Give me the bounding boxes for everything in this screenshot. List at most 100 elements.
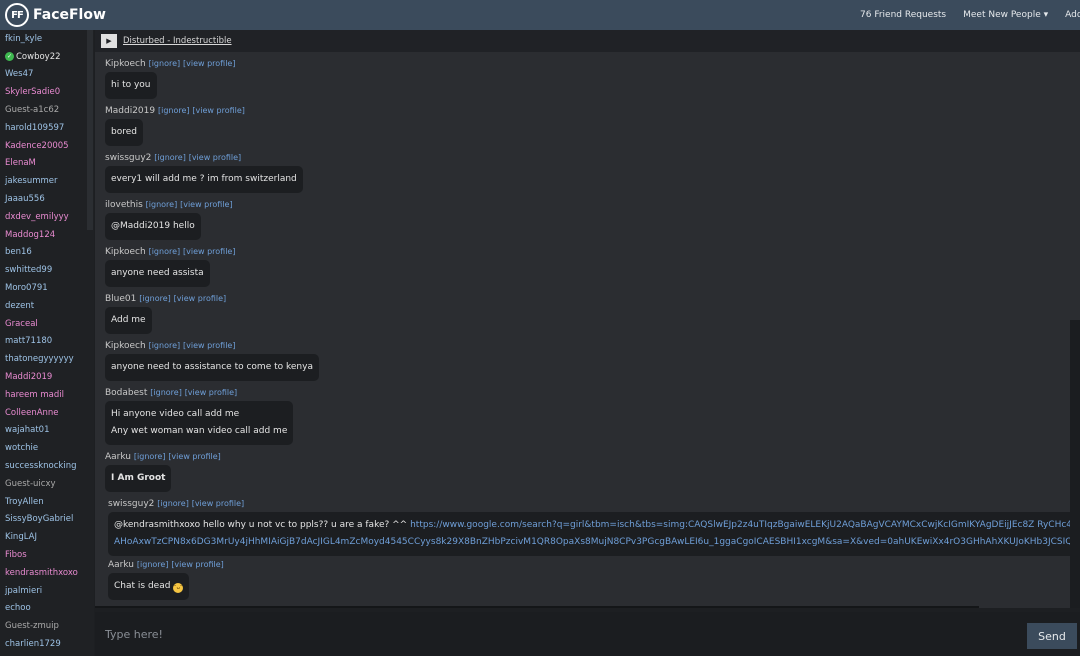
user-list-item[interactable]: jakesummer	[0, 172, 94, 190]
user-list-item[interactable]: TroyAllen	[0, 493, 94, 511]
user-list-item[interactable]: echoo	[0, 600, 94, 618]
message-author[interactable]: Maddi2019	[105, 106, 155, 116]
user-list-item[interactable]: dezent	[0, 297, 94, 315]
message-bubble: anyone need to assistance to come to ken…	[105, 354, 319, 381]
user-list-item[interactable]: thatonegyyyyyy	[0, 350, 94, 368]
send-button[interactable]: Send	[1027, 623, 1077, 649]
ignore-link[interactable]: [ignore]	[139, 294, 171, 303]
user-list-item[interactable]: Moro0791	[0, 279, 94, 297]
ignore-link[interactable]: [ignore]	[137, 560, 169, 569]
message-input[interactable]	[105, 620, 1015, 648]
view-profile-link[interactable]: [view profile]	[185, 388, 237, 397]
ignore-link[interactable]: [ignore]	[146, 200, 178, 209]
view-profile-link[interactable]: [view profile]	[171, 560, 223, 569]
ignore-link[interactable]: [ignore]	[154, 153, 186, 162]
username: wotchie	[5, 443, 39, 454]
user-list-item[interactable]: Graceal	[0, 315, 94, 333]
ignore-link[interactable]: [ignore]	[134, 452, 166, 461]
user-list-item[interactable]: wotchie	[0, 439, 94, 457]
user-list-item[interactable]: Fibos	[0, 546, 94, 564]
message-author[interactable]: Aarku	[108, 560, 134, 570]
user-list-scrollbar[interactable]	[87, 30, 93, 230]
message-author[interactable]: Blue01	[105, 294, 136, 304]
message-bubble: hi to you	[105, 72, 157, 99]
message-author[interactable]: Kipkoech	[105, 247, 146, 257]
message-bubble: anyone need assista	[105, 260, 210, 287]
message-author[interactable]: ilovethis	[105, 200, 143, 210]
username: Guest-a1c62	[5, 105, 60, 116]
user-list-item[interactable]: Maddog124	[0, 226, 94, 244]
chat-scrollbar[interactable]	[1070, 320, 1080, 608]
user-list-item[interactable]: KingLAJ	[0, 528, 94, 546]
view-profile-link[interactable]: [view profile]	[174, 294, 226, 303]
user-list-item[interactable]: swhitted99	[0, 261, 94, 279]
username: Moro0791	[5, 283, 48, 294]
user-list-item[interactable]: ✓ Cowboy22	[0, 48, 94, 66]
ignore-link[interactable]: [ignore]	[149, 247, 181, 256]
message-author[interactable]: Bodabest	[105, 388, 147, 398]
user-list-item[interactable]: ben16	[0, 244, 94, 262]
user-list-item[interactable]: hareem madil	[0, 386, 94, 404]
message-author[interactable]: swissguy2	[105, 153, 151, 163]
message-author[interactable]: Aarku	[105, 452, 131, 462]
message-link[interactable]: https://www.google.com/search?q=girl&tbm…	[410, 520, 1080, 530]
view-profile-link[interactable]: [view profile]	[183, 59, 235, 68]
message-header: Kipkoech [ignore] [view profile]	[105, 59, 235, 69]
user-list-item[interactable]: Wes47	[0, 66, 94, 84]
user-list-item[interactable]: charlien1729	[0, 635, 94, 653]
message-bubble: bored	[105, 119, 143, 146]
message-author[interactable]: swissguy2	[108, 499, 154, 509]
user-list-item[interactable]: jpalmieri	[0, 582, 94, 600]
view-profile-link[interactable]: [view profile]	[180, 200, 232, 209]
user-list-item[interactable]: dxdev_emilyyy	[0, 208, 94, 226]
user-list-item[interactable]: matt71180	[0, 333, 94, 351]
user-list-item[interactable]: successknocking	[0, 457, 94, 475]
view-profile-link[interactable]: [view profile]	[183, 341, 235, 350]
message-author[interactable]: Kipkoech	[105, 341, 146, 351]
app-name: FaceFlow	[33, 7, 106, 23]
horizontal-scrollbar[interactable]	[95, 606, 979, 608]
logo[interactable]: FF FaceFlow	[5, 3, 106, 27]
message-link-continued[interactable]: AHoAxwTzCPN8x6DG3MrUy4jHhMIAiGjB7dAcJIGL…	[114, 534, 1080, 551]
username: harold109597	[5, 122, 65, 133]
view-profile-link[interactable]: [view profile]	[192, 499, 244, 508]
user-list-item[interactable]: ColleenAnne	[0, 404, 94, 422]
user-list-item[interactable]: Maddi2019	[0, 368, 94, 386]
user-list-item[interactable]: Kadence20005	[0, 137, 94, 155]
meet-new-people-dropdown[interactable]: Meet New People ▾	[963, 10, 1048, 20]
user-list-item[interactable]: ElenaM	[0, 155, 94, 173]
user-list-item[interactable]: fkin_kyle	[0, 30, 94, 48]
message-text: anyone need to assistance to come to ken…	[111, 362, 313, 372]
ignore-link[interactable]: [ignore]	[158, 106, 190, 115]
song-title-link[interactable]: Disturbed - Indestructible	[123, 36, 232, 46]
user-list-item[interactable]: Guest-uicxy	[0, 475, 94, 493]
view-profile-link[interactable]: [view profile]	[189, 153, 241, 162]
view-profile-link[interactable]: [view profile]	[192, 106, 244, 115]
user-list-item[interactable]: harold109597	[0, 119, 94, 137]
user-list-item[interactable]: SissyBoyGabriel	[0, 511, 94, 529]
user-list-item[interactable]: Guest-zmuip	[0, 617, 94, 635]
music-player: ▶ Disturbed - Indestructible	[95, 30, 1080, 52]
message-text: Add me	[111, 315, 146, 325]
message-header: Aarku [ignore] [view profile]	[105, 452, 221, 462]
play-icon[interactable]: ▶	[101, 34, 117, 48]
friend-requests-link[interactable]: 76 Friend Requests	[860, 10, 946, 20]
message-header: Bodabest [ignore] [view profile]	[105, 388, 293, 398]
user-list-item[interactable]: Guest-a1c62	[0, 101, 94, 119]
user-list-item[interactable]: kendrasmithxoxo	[0, 564, 94, 582]
ignore-link[interactable]: [ignore]	[149, 341, 181, 350]
chat-message: Bodabest [ignore] [view profile] Hi anyon…	[105, 388, 294, 445]
username: Jaaau556	[5, 194, 45, 205]
user-list-item[interactable]: wajahat01	[0, 422, 94, 440]
ignore-link[interactable]: [ignore]	[150, 388, 182, 397]
add-link[interactable]: Add a C	[1065, 10, 1080, 20]
view-profile-link[interactable]: [view profile]	[168, 452, 220, 461]
user-list-item[interactable]: Jaaau556	[0, 190, 94, 208]
ignore-link[interactable]: [ignore]	[149, 59, 181, 68]
view-profile-link[interactable]: [view profile]	[183, 247, 235, 256]
user-list-item[interactable]: SkylerSadie0	[0, 83, 94, 101]
ignore-link[interactable]: [ignore]	[157, 499, 189, 508]
message-author[interactable]: Kipkoech	[105, 59, 146, 69]
username: Wes47	[5, 69, 34, 80]
smile-emoji-icon: ᵔᴗᵔ	[173, 583, 184, 593]
